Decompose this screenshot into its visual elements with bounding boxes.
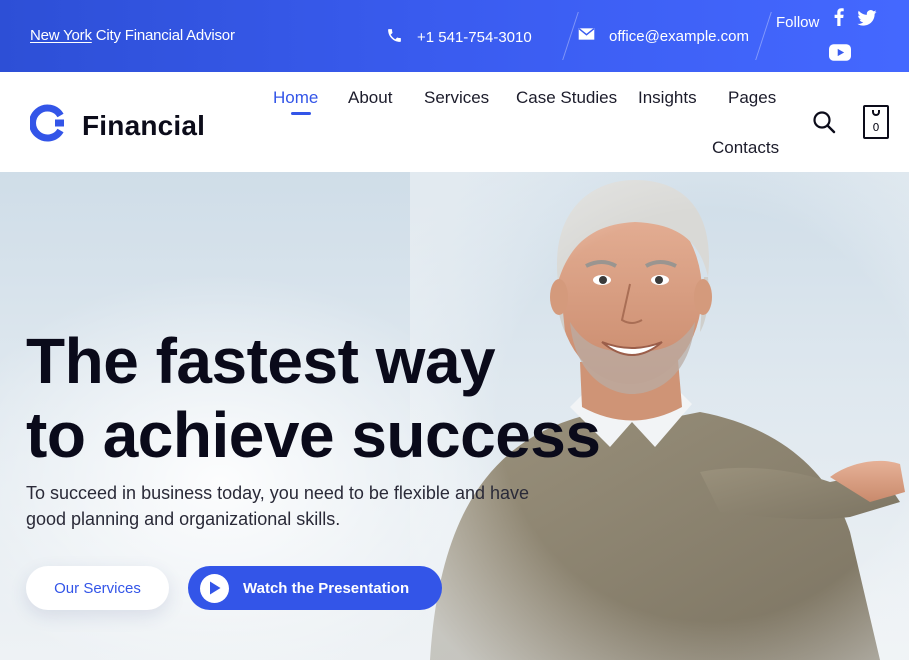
phone-link[interactable]: +1 541-754-3010 [386,27,532,48]
hero-title-line-1: The fastest way [26,325,496,397]
nav-services[interactable]: Services [424,88,489,108]
nav-active-indicator [291,112,311,115]
youtube-icon[interactable] [829,44,851,66]
watch-presentation-label: Watch the Presentation [243,579,410,597]
hero-title-line-2: to achieve success [26,399,601,471]
play-icon [200,573,229,603]
phone-number: +1 541-754-3010 [417,29,532,46]
nav-pages[interactable]: Pages [728,88,776,108]
facebook-icon[interactable] [834,8,844,31]
hero-title: The fastest way to achieve success [26,324,601,472]
cart-count: 0 [872,121,880,134]
hero-subtitle: To succeed in business today, you need t… [26,483,530,529]
watch-presentation-button[interactable]: Watch the Presentation [188,566,442,610]
logo-icon [29,104,68,147]
envelope-icon [578,27,595,45]
nav-home[interactable]: Home [273,88,318,108]
email-address: office@example.com [609,27,750,45]
top-bar: New York City Financial Advisor +1 541-7… [0,0,909,72]
hero-section: The fastest way to achieve success To su… [0,172,909,660]
site-logo[interactable]: Financial [29,104,206,147]
location-text: New York City Financial Advisor [30,27,235,44]
cart-button[interactable]: 0 [863,105,889,139]
divider [755,12,772,60]
main-header: Financial Home About Services Case Studi… [0,72,909,172]
twitter-icon[interactable] [857,10,877,31]
phone-icon [386,27,403,48]
nav-insights[interactable]: Insights [638,88,697,108]
nav-contacts[interactable]: Contacts [712,138,779,158]
search-icon[interactable] [812,110,836,139]
location-rest: City Financial Advisor [91,27,235,44]
email-link[interactable]: office@example.com [578,27,749,45]
divider [562,12,579,60]
nav-about[interactable]: About [348,88,392,108]
nav-case-studies[interactable]: Case Studies [516,88,617,108]
location-link[interactable]: New York [30,27,92,44]
bag-icon [872,110,880,116]
logo-text: Financial [82,109,206,141]
our-services-button[interactable]: Our Services [26,566,169,610]
follow-label: Follow [776,14,820,31]
